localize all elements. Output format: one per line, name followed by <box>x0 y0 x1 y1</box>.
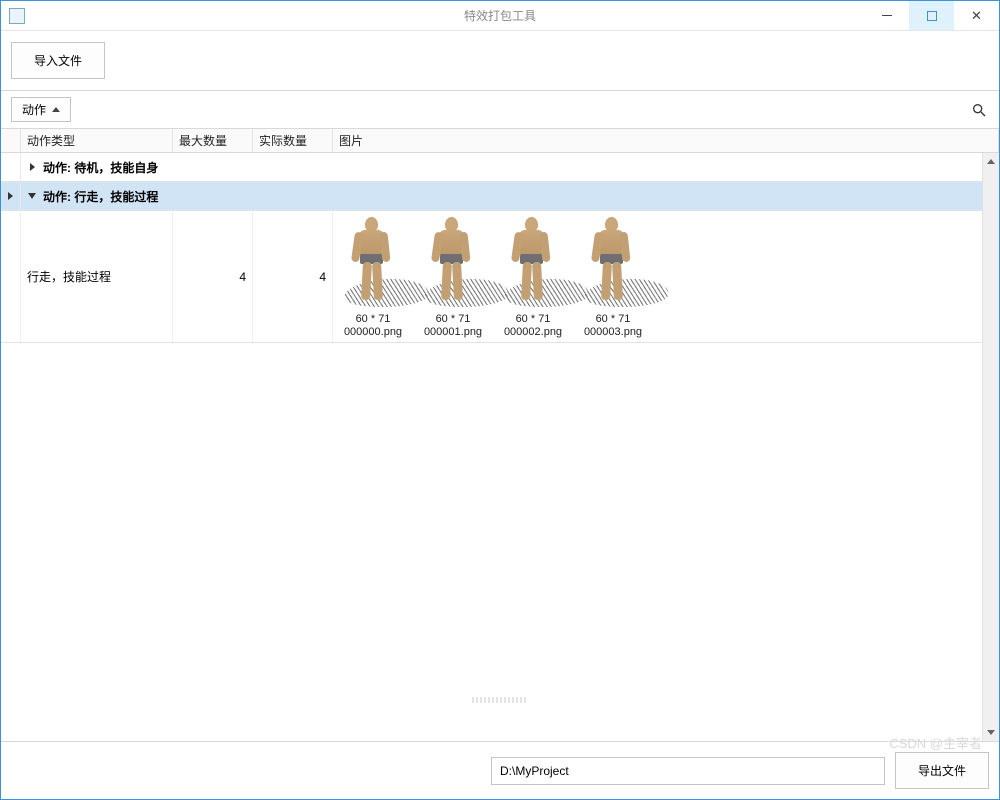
expand-toggle[interactable] <box>21 193 43 199</box>
chevron-down-icon <box>987 730 995 735</box>
cell-images: 60 * 71 000000.png 60 * 71 000001.png 60… <box>333 211 982 342</box>
thumb-filename: 000003.png <box>584 326 642 339</box>
vertical-scrollbar[interactable] <box>982 153 999 741</box>
thumb-filename: 000000.png <box>344 326 402 339</box>
search-icon <box>971 102 987 118</box>
cell-max: 4 <box>173 211 253 342</box>
scroll-down-button[interactable] <box>983 724 999 741</box>
cell-actual: 4 <box>253 211 333 342</box>
action-dropdown[interactable]: 动作 <box>11 97 71 122</box>
mannequin-icon <box>431 217 471 303</box>
table-header: 动作类型 最大数量 实际数量 图片 <box>1 129 999 153</box>
row-expander-cell <box>1 211 21 342</box>
caret-up-icon <box>52 107 60 112</box>
mannequin-icon <box>591 217 631 303</box>
group-row-walk[interactable]: 动作: 行走，技能过程 <box>1 182 982 211</box>
export-button[interactable]: 导出文件 <box>895 752 989 789</box>
group-label: 动作: 行走，技能过程 <box>43 188 158 205</box>
action-dropdown-label: 动作 <box>22 101 46 118</box>
filter-row: 动作 <box>1 91 999 129</box>
window-controls <box>864 1 999 30</box>
chevron-up-icon <box>987 159 995 164</box>
chevron-down-icon <box>28 193 36 199</box>
cell-type: 行走，技能过程 <box>21 211 173 342</box>
thumb-filename: 000002.png <box>504 326 562 339</box>
minimize-button[interactable] <box>864 1 909 30</box>
image-thumb[interactable]: 60 * 71 000002.png <box>497 217 569 338</box>
column-header-max[interactable]: 最大数量 <box>173 129 253 152</box>
import-area: 导入文件 <box>1 31 999 91</box>
mannequin-icon <box>511 217 551 303</box>
column-header-image[interactable]: 图片 <box>333 129 999 152</box>
resize-handle-icon <box>472 697 528 703</box>
image-thumb[interactable]: 60 * 71 000001.png <box>417 217 489 338</box>
search-button[interactable] <box>969 100 989 120</box>
maximize-button[interactable] <box>909 1 954 30</box>
window-title: 特效打包工具 <box>464 7 536 24</box>
chevron-right-icon <box>30 163 35 171</box>
scroll-up-button[interactable] <box>983 153 999 170</box>
thumb-filename: 000001.png <box>424 326 482 339</box>
expand-toggle[interactable] <box>21 163 43 171</box>
table-row[interactable]: 行走，技能过程 4 4 60 * 71 000000.png 60 * 71 0… <box>1 211 982 343</box>
mannequin-icon <box>351 217 391 303</box>
column-header-actual[interactable]: 实际数量 <box>253 129 333 152</box>
row-indicator-icon <box>8 192 13 200</box>
image-thumb[interactable]: 60 * 71 000000.png <box>337 217 409 338</box>
export-path-input[interactable] <box>491 757 885 785</box>
close-button[interactable] <box>954 1 999 30</box>
expander-column-header <box>1 129 21 152</box>
thumb-dimensions: 60 * 71 <box>436 313 471 326</box>
thumb-dimensions: 60 * 71 <box>596 313 631 326</box>
group-label: 动作: 待机，技能自身 <box>43 159 158 176</box>
scroll-track[interactable] <box>983 170 999 724</box>
footer: 导出文件 <box>1 742 999 799</box>
table-area: 动作类型 最大数量 实际数量 图片 动作: 待机，技能自身 动作: 行走，技能过… <box>1 129 999 742</box>
thumb-dimensions: 60 * 71 <box>516 313 551 326</box>
table-body: 动作: 待机，技能自身 动作: 行走，技能过程 行走，技能过程 4 4 60 *… <box>1 153 982 741</box>
image-thumb[interactable]: 60 * 71 000003.png <box>577 217 649 338</box>
column-header-type[interactable]: 动作类型 <box>21 129 173 152</box>
app-icon <box>9 8 25 24</box>
group-row-idle[interactable]: 动作: 待机，技能自身 <box>1 153 982 182</box>
title-bar: 特效打包工具 <box>1 1 999 31</box>
import-button[interactable]: 导入文件 <box>11 42 105 79</box>
thumb-dimensions: 60 * 71 <box>356 313 391 326</box>
